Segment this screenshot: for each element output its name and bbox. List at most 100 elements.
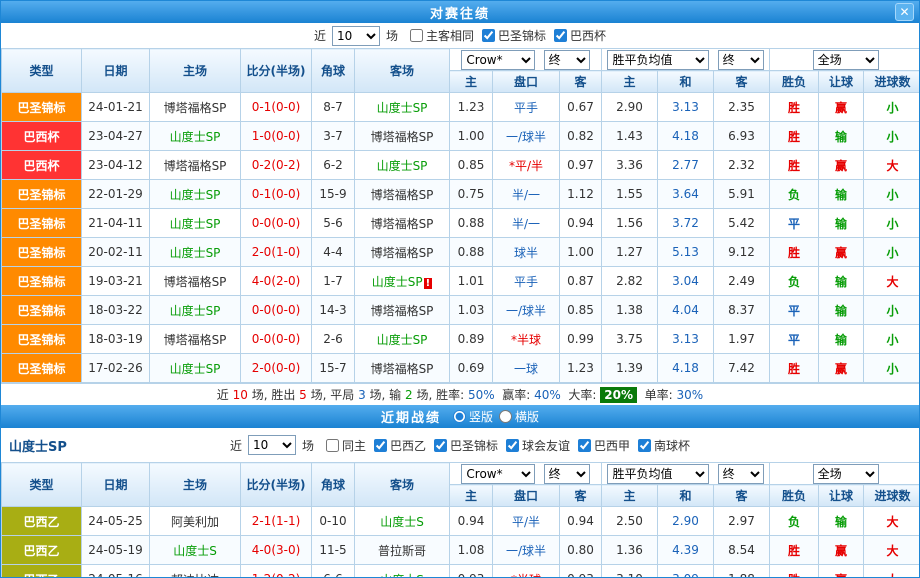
handicap-cell: 一/球半 [493, 296, 560, 325]
odds-stage-select[interactable]: 终 [544, 50, 590, 70]
goals-size-cell: 小 [864, 296, 920, 325]
filter-option-巴圣锦标[interactable]: 巴圣锦标 [482, 27, 546, 44]
match-row: 巴圣锦标17-02-26山度士SP2-0(0-0)15-7博塔福格SP0.69一… [2, 354, 920, 383]
euro-home-odds: 1.27 [602, 238, 658, 267]
layout-option-竖版[interactable]: 竖版 [453, 408, 493, 425]
handicap-cell: 平/半 [493, 507, 560, 536]
home-team-cell: 山度士SP [150, 180, 241, 209]
filter-option-巴西乙[interactable]: 巴西乙 [374, 437, 426, 454]
scope-select[interactable]: 全场 [813, 464, 879, 484]
euro-home-odds: 1.39 [602, 354, 658, 383]
h2h-summary: 近 10 场, 胜出 5 场, 平局 3 场, 输 2 场, 胜率: 50% 赢… [1, 383, 919, 405]
checkbox[interactable] [434, 439, 447, 452]
filter-option-主客相同[interactable]: 主客相同 [410, 27, 474, 44]
match-row: 巴圣锦标24-01-21博塔福格SP0-1(0-0)8-7山度士SP1.23平手… [2, 93, 920, 122]
summary-segment: 10 [233, 388, 248, 402]
summary-segment: 20% [600, 387, 637, 403]
score-cell: 2-0(0-0) [241, 354, 312, 383]
handicap-result-cell: 赢 [819, 238, 864, 267]
date-cell: 21-04-11 [82, 209, 150, 238]
col-header-asian-home: 主 [450, 71, 493, 93]
radio[interactable] [453, 410, 466, 423]
checkbox[interactable] [506, 439, 519, 452]
asian-home-odds: 1.03 [450, 296, 493, 325]
match-row: 巴圣锦标20-02-11山度士SP2-0(1-0)4-4博塔福格SP0.88球半… [2, 238, 920, 267]
away-team-cell: 山度士SP [355, 151, 450, 180]
league-badge: 巴圣锦标 [2, 354, 82, 383]
radio[interactable] [499, 410, 512, 423]
euro-away-odds: 2.32 [714, 151, 770, 180]
asian-away-odds: 0.94 [560, 507, 602, 536]
date-cell: 24-05-19 [82, 536, 150, 565]
asian-home-odds: 0.85 [450, 151, 493, 180]
filter-option-巴西杯[interactable]: 巴西杯 [554, 27, 606, 44]
checkbox[interactable] [554, 29, 567, 42]
handicap-cell: 半/一 [493, 209, 560, 238]
away-team-cell: 山度士S [355, 565, 450, 578]
league-badge: 巴西杯 [2, 151, 82, 180]
match-row: 巴圣锦标18-03-19博塔福格SP0-0(0-0)2-6山度士SP0.89*半… [2, 325, 920, 354]
euro-avg-select[interactable]: 胜平负均值 [607, 50, 709, 70]
asian-home-odds: 1.00 [450, 122, 493, 151]
result-cell: 胜 [770, 536, 819, 565]
handicap-cell: 一球 [493, 354, 560, 383]
checkbox[interactable] [410, 29, 423, 42]
close-icon[interactable]: ✕ [895, 3, 914, 21]
result-cell: 胜 [770, 565, 819, 578]
checkbox[interactable] [578, 439, 591, 452]
handicap-result-cell: 输 [819, 122, 864, 151]
handicap-cell: 平手 [493, 267, 560, 296]
asian-away-odds: 0.67 [560, 93, 602, 122]
handicap-cell: 半/一 [493, 180, 560, 209]
handicap-result-cell: 输 [819, 180, 864, 209]
handicap-result-cell: 输 [819, 209, 864, 238]
match-row: 巴圣锦标22-01-29山度士SP0-1(0-0)15-9博塔福格SP0.75半… [2, 180, 920, 209]
filter-option-巴圣锦标[interactable]: 巴圣锦标 [434, 437, 498, 454]
handicap-result-cell: 输 [819, 507, 864, 536]
date-cell: 23-04-27 [82, 122, 150, 151]
euro-away-odds: 8.54 [714, 536, 770, 565]
bookmaker-select[interactable]: Crow* [461, 50, 535, 70]
euro-away-odds: 2.49 [714, 267, 770, 296]
corner-cell: 0-10 [312, 507, 355, 536]
result-cell: 平 [770, 325, 819, 354]
col-header-goals: 进球数 [864, 485, 920, 507]
layout-option-横版[interactable]: 横版 [499, 408, 539, 425]
h2h-table: 类型 日期 主场 比分(半场) 角球 客场 Crow* 终 胜平负均值 终 全场 [1, 48, 920, 383]
filter-option-南球杯[interactable]: 南球杯 [638, 437, 690, 454]
league-badge: 巴圣锦标 [2, 209, 82, 238]
checkbox[interactable] [482, 29, 495, 42]
euro-draw-odds: 3.72 [658, 209, 714, 238]
checkbox[interactable] [638, 439, 651, 452]
filter-option-同主[interactable]: 同主 [326, 437, 366, 454]
h2h-match-count-select[interactable]: 10 [332, 26, 380, 46]
filter-option-label: 巴西杯 [570, 27, 606, 44]
euro-stage-select[interactable]: 终 [718, 50, 764, 70]
scope-select[interactable]: 全场 [813, 50, 879, 70]
filter-prefix-label: 近 [314, 27, 326, 44]
filter-option-球会友谊[interactable]: 球会友谊 [506, 437, 570, 454]
filter-option-巴西甲[interactable]: 巴西甲 [578, 437, 630, 454]
col-header-concede: 让球 [819, 71, 864, 93]
h2h-filter-row: 近 10 场 主客相同巴圣锦标巴西杯 [1, 23, 919, 48]
euro-avg-select[interactable]: 胜平负均值 [607, 464, 709, 484]
score-cell: 2-0(1-0) [241, 238, 312, 267]
corner-cell: 8-7 [312, 93, 355, 122]
filter-prefix-label: 近 [230, 437, 242, 454]
euro-away-odds: 7.42 [714, 354, 770, 383]
euro-stage-select[interactable]: 终 [718, 464, 764, 484]
col-header-euro-draw: 和 [658, 485, 714, 507]
corner-cell: 6-2 [312, 151, 355, 180]
recent-match-count-select[interactable]: 10 [248, 435, 296, 455]
asian-odds-group-header: Crow* 终 [450, 463, 602, 485]
checkbox[interactable] [374, 439, 387, 452]
handicap-result-cell: 输 [819, 325, 864, 354]
euro-away-odds: 2.97 [714, 507, 770, 536]
away-team-cell: 博塔福格SP [355, 180, 450, 209]
odds-stage-select[interactable]: 终 [544, 464, 590, 484]
bookmaker-select[interactable]: Crow* [461, 464, 535, 484]
euro-home-odds: 2.50 [602, 507, 658, 536]
checkbox[interactable] [326, 439, 339, 452]
layout-option-label: 竖版 [469, 408, 493, 425]
score-cell: 4-0(3-0) [241, 536, 312, 565]
